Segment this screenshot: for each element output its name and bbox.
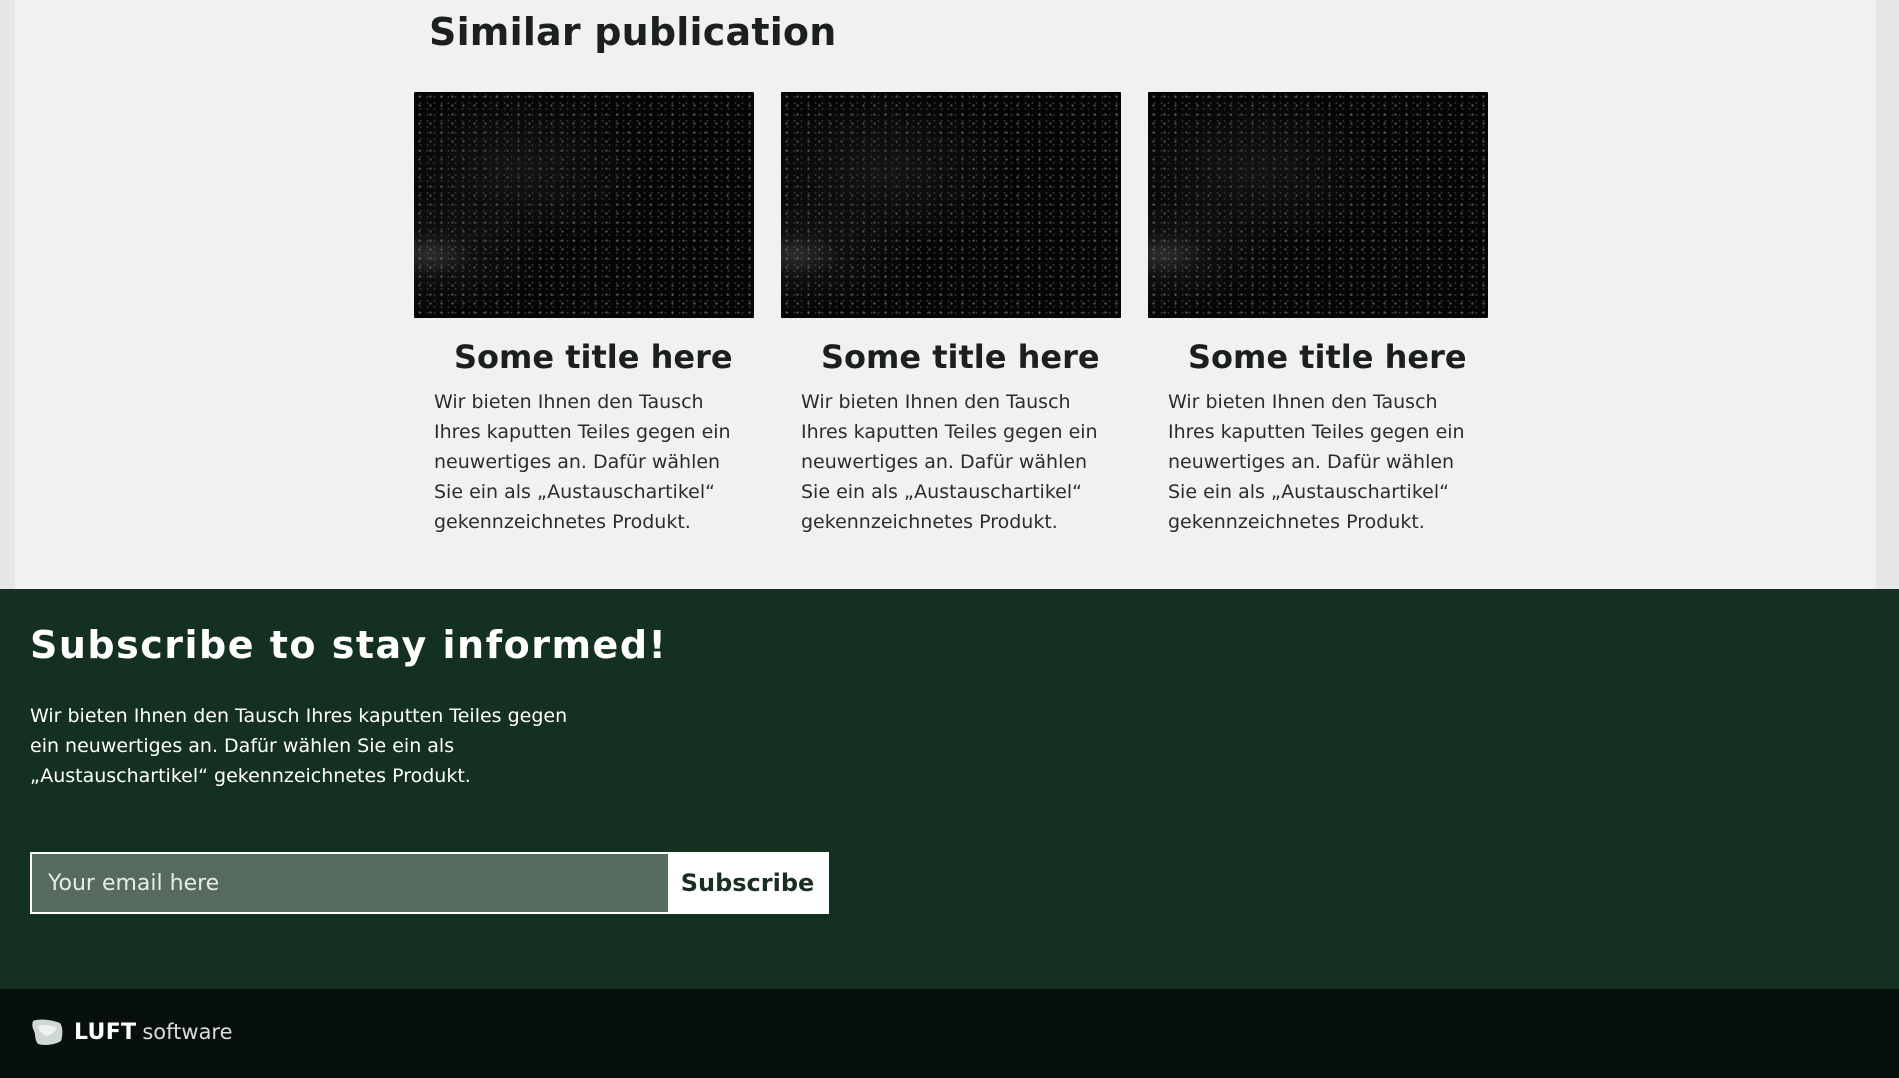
brand-logo-link[interactable]: LUFT software: [30, 1017, 233, 1047]
footer: LUFT software: [0, 989, 1899, 1078]
cloud-logo-icon: [30, 1017, 64, 1047]
subscribe-form: Subscribe: [30, 852, 829, 914]
scrollbar-track[interactable]: [1876, 0, 1899, 589]
brand-suffix: software: [142, 1020, 233, 1044]
page: Similar publication Some title here Wir …: [0, 0, 1899, 1078]
subscribe-text: Wir bieten Ihnen den Tausch Ihres kaputt…: [30, 705, 568, 787]
brand-name: LUFT: [74, 1019, 137, 1045]
card-text: Wir bieten Ihnen den Tausch Ihres kaputt…: [1168, 391, 1465, 534]
similar-publication-section: Similar publication Some title here Wir …: [0, 0, 1899, 589]
card-image[interactable]: [414, 92, 754, 318]
publication-card[interactable]: Some title here Wir bieten Ihnen den Tau…: [1148, 92, 1488, 537]
card-text: Wir bieten Ihnen den Tausch Ihres kaputt…: [434, 391, 731, 534]
card-image[interactable]: [781, 92, 1121, 318]
subscribe-title: Subscribe to stay informed!: [30, 623, 668, 667]
section-title: Similar publication: [429, 10, 837, 54]
card-title[interactable]: Some title here: [454, 339, 754, 375]
publication-card[interactable]: Some title here Wir bieten Ihnen den Tau…: [414, 92, 754, 537]
card-text: Wir bieten Ihnen den Tausch Ihres kaputt…: [801, 391, 1098, 534]
card-image[interactable]: [1148, 92, 1488, 318]
email-input[interactable]: [32, 854, 668, 912]
subscribe-button[interactable]: Subscribe: [668, 854, 827, 912]
card-title[interactable]: Some title here: [1188, 339, 1488, 375]
card-title[interactable]: Some title here: [821, 339, 1121, 375]
subscribe-section: Subscribe to stay informed! Wir bieten I…: [0, 589, 1899, 989]
publication-card[interactable]: Some title here Wir bieten Ihnen den Tau…: [781, 92, 1121, 537]
